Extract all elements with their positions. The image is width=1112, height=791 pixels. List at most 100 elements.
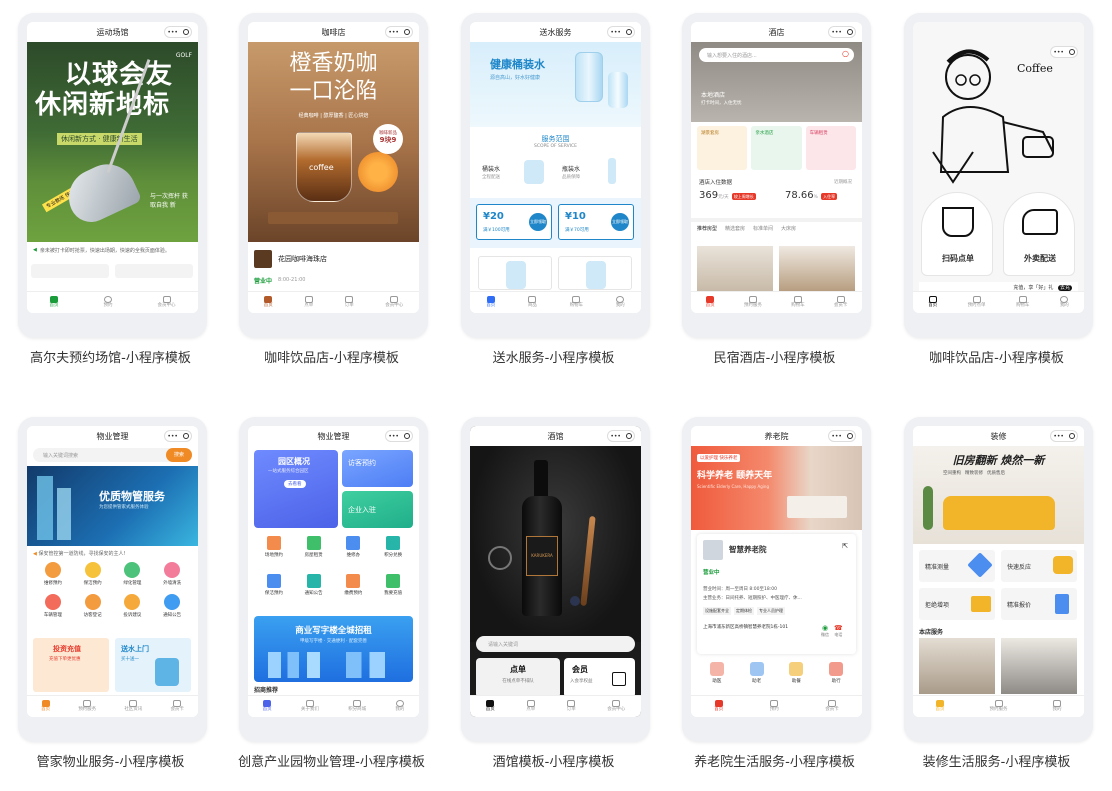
tab-card[interactable]: 会员卡 xyxy=(834,296,847,309)
action-card[interactable]: 外卖配送 xyxy=(1003,192,1075,276)
grid-item[interactable]: 房屋租赁 xyxy=(294,536,334,568)
search-input[interactable]: 输入关键词搜索 搜索 xyxy=(33,448,192,462)
template-preview[interactable]: 运动场馆 ••• 以球会友 休闲新地标 GOLF 休闲新方式 · 健康新生活 专… xyxy=(18,13,207,338)
grid-item[interactable]: 场地预约 xyxy=(254,536,294,568)
template-preview[interactable]: 酒馆 ••• KARUKERA 请输入关键词 点单 在线点单不排队 会员 入会享… xyxy=(461,417,650,742)
category-card[interactable]: 湖景套房 xyxy=(697,126,748,170)
case-photo[interactable] xyxy=(919,638,995,694)
template-card[interactable]: 物业管理 ••• 园区概况 一站式服务综合园区 去看看 访客预约 企业入驻 场地… xyxy=(221,404,442,791)
service-item[interactable]: 桶装水 全程配送 xyxy=(478,156,554,190)
product-card[interactable] xyxy=(558,256,632,290)
room-tab[interactable]: 大床房 xyxy=(781,225,796,232)
template-caption[interactable]: 装修生活服务-小程序模板 xyxy=(886,751,1107,770)
visitor-card[interactable]: 访客预约 xyxy=(342,450,413,487)
tab-booking[interactable]: 预约 xyxy=(770,700,779,713)
grid-item[interactable]: 外墙清洗 xyxy=(152,562,192,590)
template-preview[interactable]: 装修 ••• 旧房翻新 焕然一新 空间重构 精致装修 优质售后 精准测量 快速反… xyxy=(904,417,1093,742)
template-card[interactable]: 酒馆 ••• KARUKERA 请输入关键词 点单 在线点单不排队 会员 入会享… xyxy=(443,404,664,791)
tab-home[interactable]: 首页 xyxy=(706,296,715,309)
tab-order[interactable]: 预约点单 xyxy=(968,296,986,309)
template-preview[interactable]: 养老院 ••• 以爱护理 快乐养老 科学养老 颐养天年 Scientific E… xyxy=(682,417,871,742)
case-photo[interactable] xyxy=(1001,638,1077,694)
member-card[interactable]: 会员 入会享权益 xyxy=(564,658,635,698)
leasing-banner[interactable]: 商业写字楼全城招租 甲级写字楼 · 交通便利 · 配套完善 xyxy=(254,616,413,682)
grid-item[interactable]: 保洁预约 xyxy=(254,574,294,606)
tab-orders[interactable]: 订单 xyxy=(345,296,354,309)
tab-card[interactable]: 会员卡 xyxy=(825,700,839,713)
tab-booking[interactable]: 预约服务 xyxy=(78,700,96,713)
tab-order[interactable]: 点单 xyxy=(304,296,313,309)
tab-card[interactable]: 会员卡 xyxy=(170,700,184,713)
template-card[interactable]: 物业管理 ••• 输入关键词搜索 搜索 优质物管服务 为您提供管家式服务体验 ◀… xyxy=(0,404,221,791)
template-caption[interactable]: 创意产业园物业管理-小程序模板 xyxy=(221,751,442,770)
tab-home[interactable]: 首页 xyxy=(486,700,495,713)
tab-order[interactable]: 点单 xyxy=(526,700,535,713)
tab-orders[interactable]: 订单 xyxy=(567,700,576,713)
room-photo[interactable] xyxy=(697,246,773,292)
tab-member[interactable]: 会员中心 xyxy=(385,296,403,309)
tab-booking[interactable]: 预约 xyxy=(104,296,113,309)
tab-cart[interactable]: 购物车 xyxy=(1016,296,1029,309)
coupon[interactable]: ¥10 满￥70可用 立即领取 xyxy=(558,204,634,240)
product-card[interactable] xyxy=(478,256,552,290)
park-overview-card[interactable]: 园区概况 一站式服务综合园区 去看看 xyxy=(254,450,338,528)
grid-item[interactable]: 绿化管理 xyxy=(113,562,153,590)
template-caption[interactable]: 送水服务-小程序模板 xyxy=(443,347,664,366)
grid-item[interactable]: 通知公告 xyxy=(152,594,192,622)
template-preview[interactable]: 送水服务 ••• 健康桶装水 源自高山，好水好健康 服务范围 SCOPE OF … xyxy=(461,13,650,338)
grid-item[interactable]: 通知公告 xyxy=(294,574,334,606)
enterprise-card[interactable]: 企业入驻 xyxy=(342,491,413,528)
search-input[interactable]: 请输入关键词 xyxy=(476,636,635,652)
tab-mine[interactable]: 我的 xyxy=(1060,296,1069,309)
search-input[interactable]: 输入想要入住的酒店... ○ xyxy=(699,48,854,62)
quick-entry[interactable] xyxy=(115,264,193,278)
phone-button[interactable]: ☎ 电话 xyxy=(834,624,843,638)
tab-home[interactable]: 首页 xyxy=(936,700,945,713)
grid-item[interactable]: 缴费预约 xyxy=(334,574,374,606)
tab-mine[interactable]: 我的 xyxy=(395,700,404,713)
grid-item[interactable]: 车辆管理 xyxy=(33,594,73,622)
tab-mine[interactable]: 我的 xyxy=(616,296,625,309)
template-card[interactable]: 装修 ••• 旧房翻新 焕然一新 空间重构 精致装修 优质售后 精准测量 快速反… xyxy=(886,404,1107,791)
template-card[interactable]: 酒店 ••• 输入想要入住的酒店... ○ 本地酒店 打卡时间，入住无忧 湖景套… xyxy=(664,0,885,390)
template-card[interactable]: 送水服务 ••• 健康桶装水 源自高山，好水好健康 服务范围 SCOPE OF … xyxy=(443,0,664,390)
template-preview[interactable]: 物业管理 ••• 输入关键词搜索 搜索 优质物管服务 为您提供管家式服务体验 ◀… xyxy=(18,417,207,742)
coupon-button[interactable]: 立即领取 xyxy=(529,213,547,231)
tab-booking[interactable]: 预约服务 xyxy=(744,296,762,309)
tab-home[interactable]: 首页 xyxy=(928,296,937,309)
service-card[interactable]: 快速反应 xyxy=(1001,550,1077,582)
template-preview[interactable]: 物业管理 ••• 园区概况 一站式服务综合园区 去看看 访客预约 企业入驻 场地… xyxy=(239,417,428,742)
promo-card[interactable]: 送水上门 买十送一 xyxy=(115,638,191,692)
coupon[interactable]: ¥20 满￥100可用 立即领取 xyxy=(476,204,552,240)
room-tab[interactable]: 精选套房 xyxy=(725,225,745,232)
grid-item[interactable]: 访客登记 xyxy=(73,594,113,622)
tab-mall[interactable]: 积分商城 xyxy=(348,700,366,713)
tab-mine[interactable]: 我的 xyxy=(1053,700,1062,713)
template-preview[interactable]: 咖啡店 ••• 橙香奶咖 一口沦陷 经典咖啡 | 醇厚馥香 | 匠心烘焙 cof… xyxy=(239,13,428,338)
tab-news[interactable]: 社区资讯 xyxy=(124,700,142,713)
template-preview[interactable]: ••• Coffee 扫码点单 外卖配送 充值，享「好」礼 去充 首页 预约点单… xyxy=(904,13,1093,338)
tab-member[interactable]: 会员中心 xyxy=(607,700,625,713)
template-caption[interactable]: 管家物业服务-小程序模板 xyxy=(0,751,221,770)
grid-item[interactable]: 维修办 xyxy=(334,536,374,568)
search-button[interactable]: 搜索 xyxy=(166,448,192,462)
room-tab[interactable]: 推荐房型 xyxy=(697,225,717,232)
grid-item[interactable]: 投诉建议 xyxy=(113,594,153,622)
template-card[interactable]: 咖啡店 ••• 橙香奶咖 一口沦陷 经典咖啡 | 醇厚馥香 | 匠心烘焙 cof… xyxy=(221,0,442,390)
template-caption[interactable]: 养老院生活服务-小程序模板 xyxy=(664,751,885,770)
quick-entry[interactable] xyxy=(31,264,109,278)
grid-item[interactable]: 保洁预约 xyxy=(73,562,113,590)
template-caption[interactable]: 咖啡饮品店-小程序模板 xyxy=(221,347,442,366)
service-item[interactable]: 瓶装水 品质保障 xyxy=(558,156,634,190)
tab-home[interactable]: 首页 xyxy=(264,296,273,309)
service-card[interactable]: 精准报价 xyxy=(1001,588,1077,620)
order-card[interactable]: 点单 在线点单不排队 xyxy=(476,658,560,698)
template-preview[interactable]: 酒店 ••• 输入想要入住的酒店... ○ 本地酒店 打卡时间，入住无忧 湖景套… xyxy=(682,13,871,338)
service-card[interactable]: 精准测量 xyxy=(919,550,995,582)
grid-item[interactable]: 助行 xyxy=(829,662,844,692)
tab-home[interactable]: 首页 xyxy=(41,700,50,713)
template-caption[interactable]: 咖啡饮品店-小程序模板 xyxy=(886,347,1107,366)
action-card[interactable]: 扫码点单 xyxy=(921,192,993,276)
tab-about[interactable]: 关于我们 xyxy=(301,700,319,713)
room-photo[interactable] xyxy=(779,246,855,292)
